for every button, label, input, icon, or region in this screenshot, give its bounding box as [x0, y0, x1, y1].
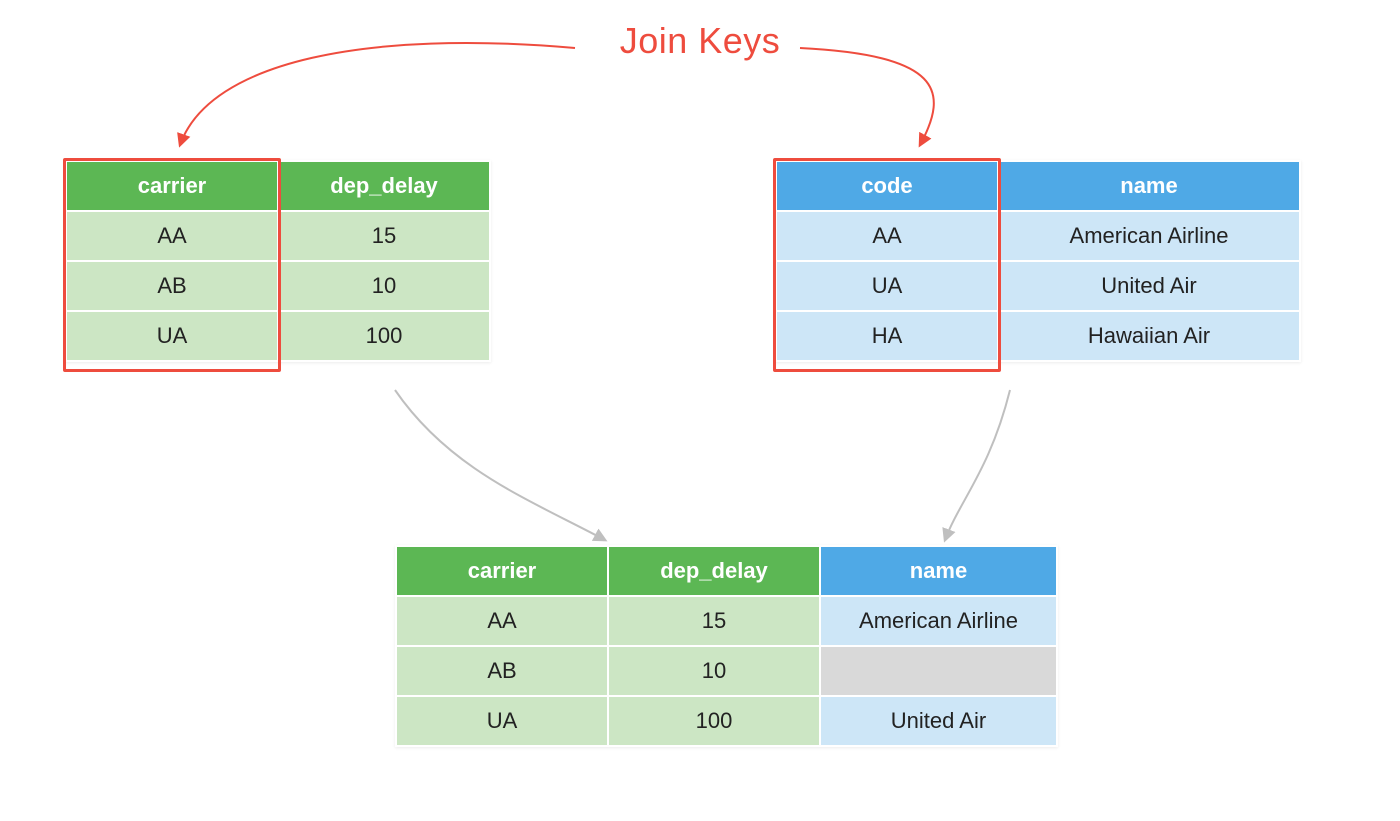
col-header-carrier: carrier — [397, 547, 607, 595]
diagram-stage: Join Keys carrier dep_delay AA 15 AB 10 … — [0, 0, 1400, 821]
cell: UA — [67, 312, 277, 360]
cell: United Air — [821, 697, 1056, 745]
cell: UA — [777, 262, 997, 310]
table-row: AB 10 — [397, 647, 1056, 695]
col-header-dep-delay: dep_delay — [609, 547, 819, 595]
cell: 15 — [279, 212, 489, 260]
table-row: HA Hawaiian Air — [777, 312, 1299, 360]
cell: UA — [397, 697, 607, 745]
cell: HA — [777, 312, 997, 360]
cell: American Airline — [821, 597, 1056, 645]
cell: AA — [67, 212, 277, 260]
cell: 100 — [609, 697, 819, 745]
col-header-code: code — [777, 162, 997, 210]
cell: AA — [777, 212, 997, 260]
diagram-title: Join Keys — [0, 20, 1400, 62]
cell-empty — [821, 647, 1056, 695]
table-header-row: carrier dep_delay — [67, 162, 489, 210]
col-header-name: name — [999, 162, 1299, 210]
cell: 15 — [609, 597, 819, 645]
col-header-carrier: carrier — [67, 162, 277, 210]
cell: American Airline — [999, 212, 1299, 260]
table-header-row: carrier dep_delay name — [397, 547, 1056, 595]
cell: AB — [397, 647, 607, 695]
arrow-left-to-result — [395, 390, 605, 540]
cell: United Air — [999, 262, 1299, 310]
cell: 10 — [279, 262, 489, 310]
left-table: carrier dep_delay AA 15 AB 10 UA 100 — [65, 160, 491, 362]
col-header-name: name — [821, 547, 1056, 595]
table-row: UA 100 — [67, 312, 489, 360]
table-row: AA American Airline — [777, 212, 1299, 260]
arrow-title-to-right — [800, 48, 934, 145]
arrow-right-to-result — [945, 390, 1010, 540]
result-table: carrier dep_delay name AA 15 American Ai… — [395, 545, 1058, 747]
cell: 10 — [609, 647, 819, 695]
cell: AB — [67, 262, 277, 310]
table-row: UA 100 United Air — [397, 697, 1056, 745]
table-row: AA 15 American Airline — [397, 597, 1056, 645]
cell: AA — [397, 597, 607, 645]
col-header-dep-delay: dep_delay — [279, 162, 489, 210]
table-row: UA United Air — [777, 262, 1299, 310]
table-header-row: code name — [777, 162, 1299, 210]
table-row: AA 15 — [67, 212, 489, 260]
cell: 100 — [279, 312, 489, 360]
right-table: code name AA American Airline UA United … — [775, 160, 1301, 362]
cell: Hawaiian Air — [999, 312, 1299, 360]
table-row: AB 10 — [67, 262, 489, 310]
